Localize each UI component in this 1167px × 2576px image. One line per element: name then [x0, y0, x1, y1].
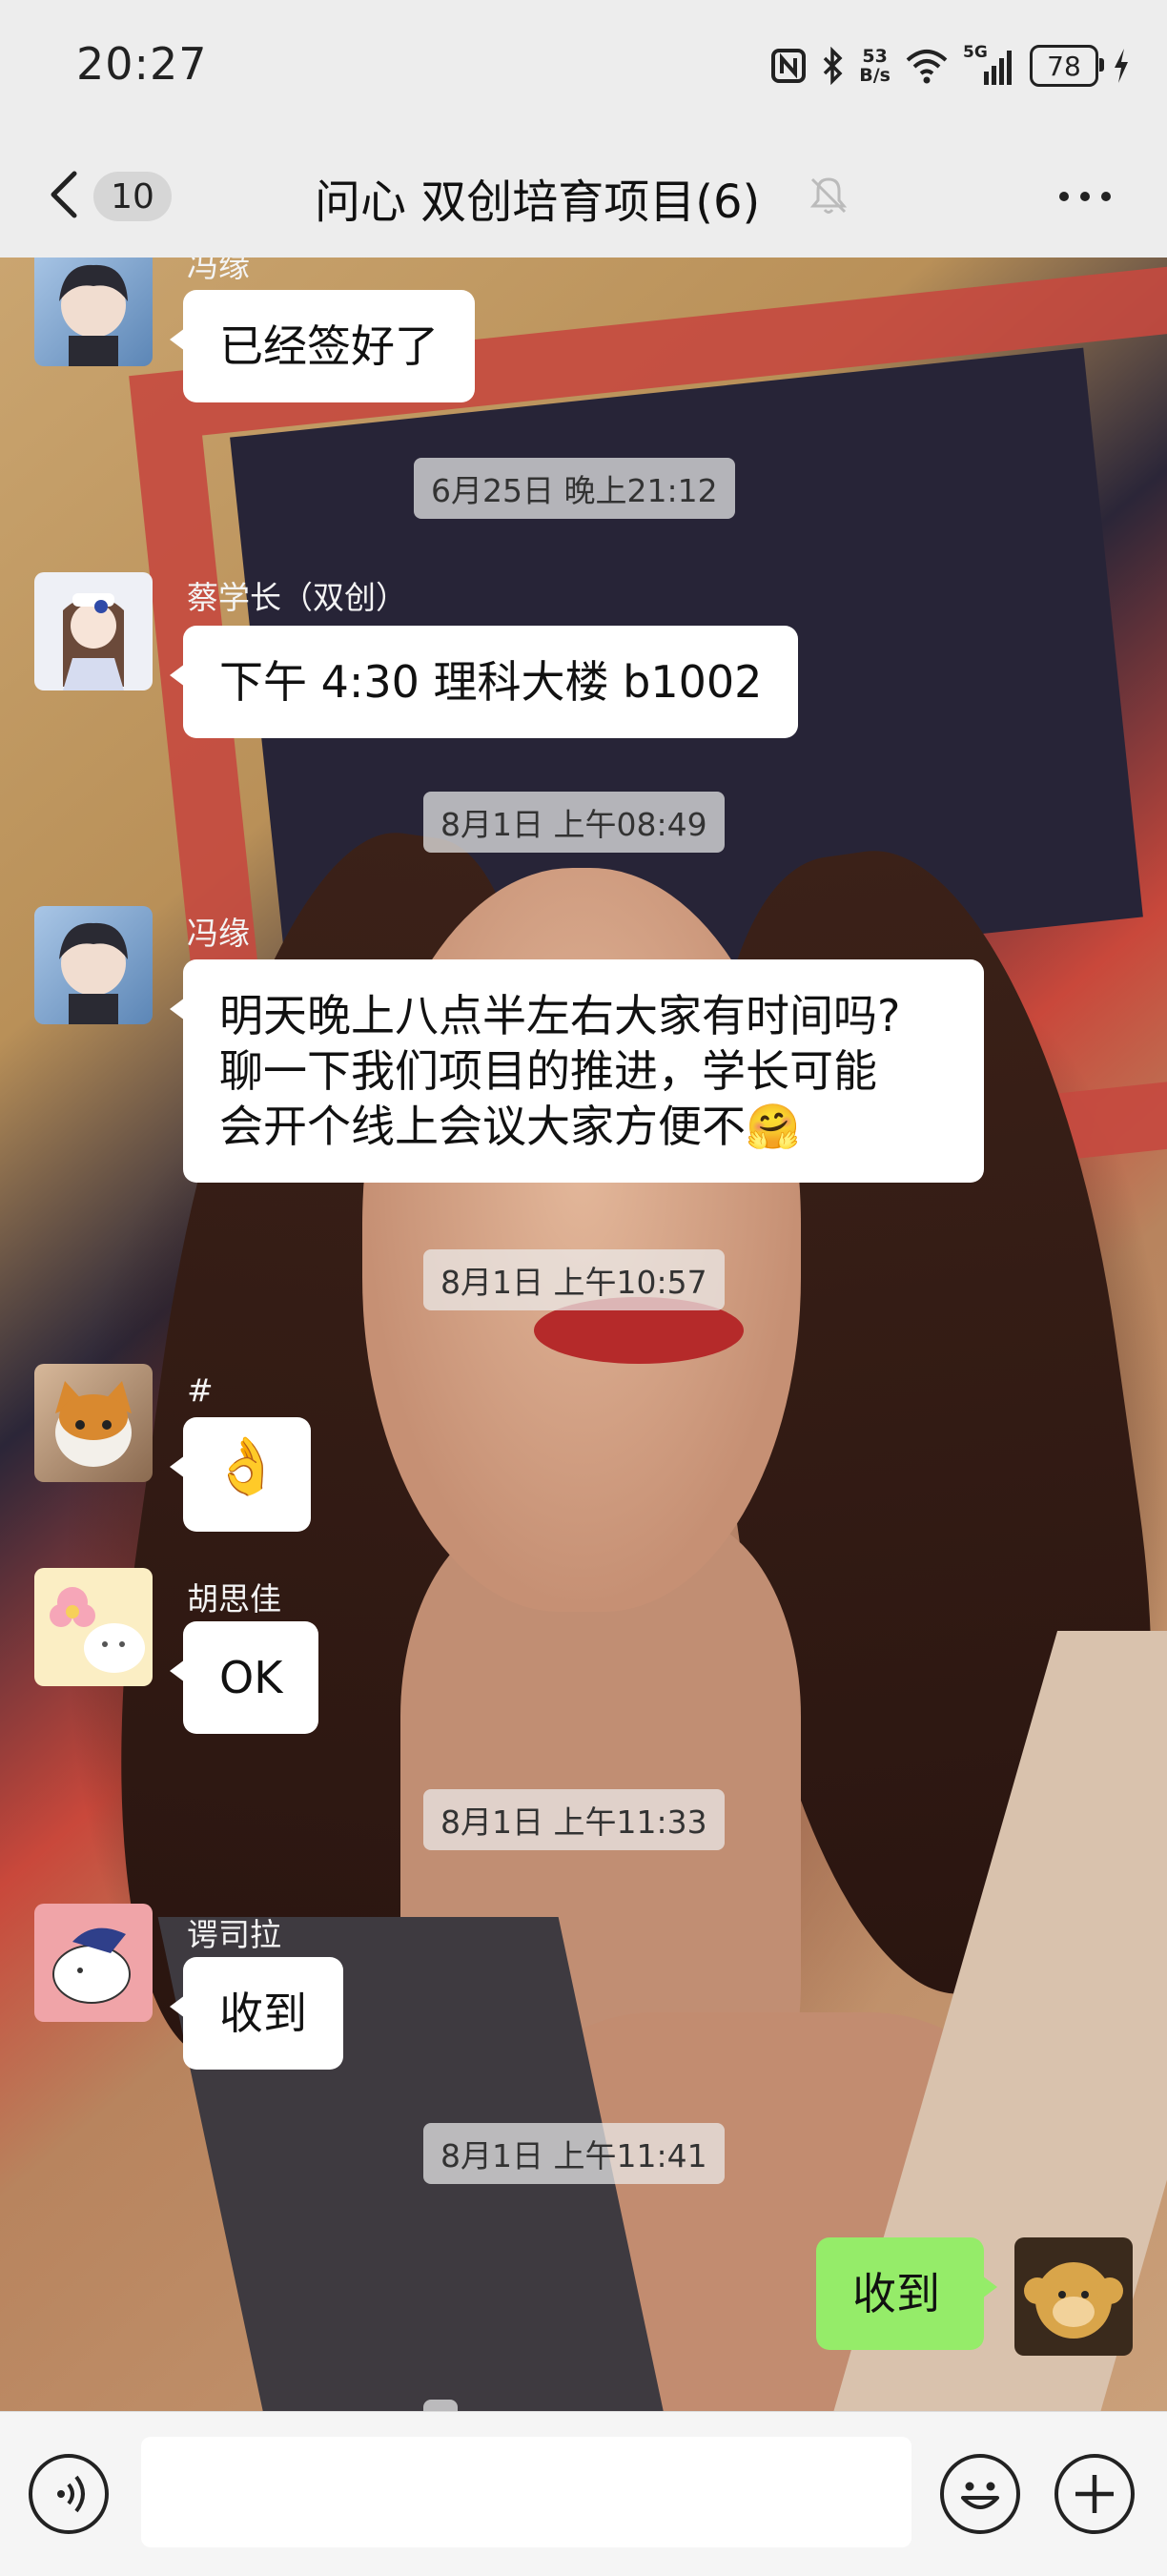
- back-icon[interactable]: [46, 168, 84, 221]
- net-speed-value: 53: [862, 46, 888, 67]
- chat-title[interactable]: 问心 双创培育项目(6): [315, 164, 760, 231]
- message-bubble[interactable]: 已经签好了: [170, 290, 475, 402]
- avatar[interactable]: [34, 906, 153, 1024]
- sender-name: 谔司拉: [187, 1916, 281, 1953]
- voice-input-button[interactable]: [29, 2454, 109, 2534]
- unread-count-badge[interactable]: 10: [93, 172, 172, 221]
- more-icon[interactable]: [1056, 187, 1114, 206]
- message-line: 明天晚上八点半左右大家有时间吗?: [219, 990, 901, 1041]
- my-message-bubble[interactable]: 收到: [816, 2237, 997, 2350]
- sender-name: 冯缘: [187, 915, 250, 952]
- chat-header: 10 问心 双创培育项目(6): [0, 134, 1167, 258]
- message-bubble[interactable]: 收到: [170, 1957, 343, 2070]
- message-bubble[interactable]: 下午 4:30 理科大楼 b1002: [169, 626, 799, 738]
- avatar[interactable]: [34, 1568, 153, 1686]
- charging-icon: [1115, 49, 1128, 83]
- wifi-icon: [906, 50, 948, 84]
- nfc-icon: [771, 49, 807, 83]
- emoji-button[interactable]: [940, 2454, 1020, 2534]
- message-input-bar: [0, 2411, 1167, 2576]
- avatar[interactable]: [34, 258, 153, 366]
- battery-level: 78: [1047, 50, 1081, 82]
- chat-messages[interactable]: 冯缘 已经签好了 6月25日 晚上21:12 蔡学长（双创） 下午 4:30 理…: [0, 258, 1167, 2411]
- smiley-icon: [961, 2482, 999, 2509]
- avatar[interactable]: [34, 1364, 153, 1482]
- voice-icon: [57, 2475, 85, 2513]
- net-speed: 53 B/s: [859, 47, 891, 85]
- sender-name: #: [187, 1371, 214, 1409]
- message-line: 会开个线上会议大家方便不🤗: [219, 1099, 948, 1154]
- bluetooth-icon: [824, 47, 843, 85]
- timestamp: 8月1日 上午11:41: [423, 2123, 725, 2184]
- status-icons: 53 B/s 5G 78: [769, 42, 1131, 90]
- sender-name: 蔡学长（双创）: [187, 579, 407, 616]
- hug-emoji: 🤗: [746, 1101, 801, 1152]
- mute-icon: [809, 177, 848, 214]
- my-avatar[interactable]: [1014, 2237, 1133, 2356]
- timestamp: 8月1日 上午11:33: [423, 1789, 725, 1850]
- status-bar: 20:27 53 B/s 5G 78: [0, 0, 1167, 134]
- status-time: 20:27: [76, 38, 208, 90]
- avatar[interactable]: [34, 1904, 153, 2022]
- more-actions-button[interactable]: [1054, 2454, 1135, 2534]
- avatar[interactable]: [34, 572, 153, 690]
- message-line-text: 会开个线上会议大家方便不: [219, 1101, 746, 1152]
- net-speed-unit: B/s: [859, 65, 891, 86]
- sender-name: 胡思佳: [187, 1580, 281, 1618]
- timestamp: 8月1日 上午08:49: [423, 792, 725, 853]
- timestamp: 8月1日 上午10:57: [423, 1249, 725, 1310]
- message-bubble[interactable]: OK: [169, 1621, 319, 1734]
- battery-icon: 78: [1030, 45, 1104, 87]
- cell-signal-icon: 5G: [963, 43, 1016, 87]
- timestamp-partial: [423, 2400, 458, 2411]
- sender-name: 冯缘: [187, 258, 250, 284]
- timestamp: 6月25日 晚上21:12: [414, 458, 735, 519]
- message-line: 聊一下我们项目的推进，学长可能: [219, 1045, 877, 1097]
- message-input[interactable]: [141, 2437, 911, 2547]
- ok-emoji-bubble[interactable]: 👌: [170, 1417, 311, 1532]
- message-bubble[interactable]: 明天晚上八点半左右大家有时间吗? 聊一下我们项目的推进，学长可能 会开个线上会议…: [170, 959, 984, 1183]
- plus-icon: [1075, 2475, 1114, 2513]
